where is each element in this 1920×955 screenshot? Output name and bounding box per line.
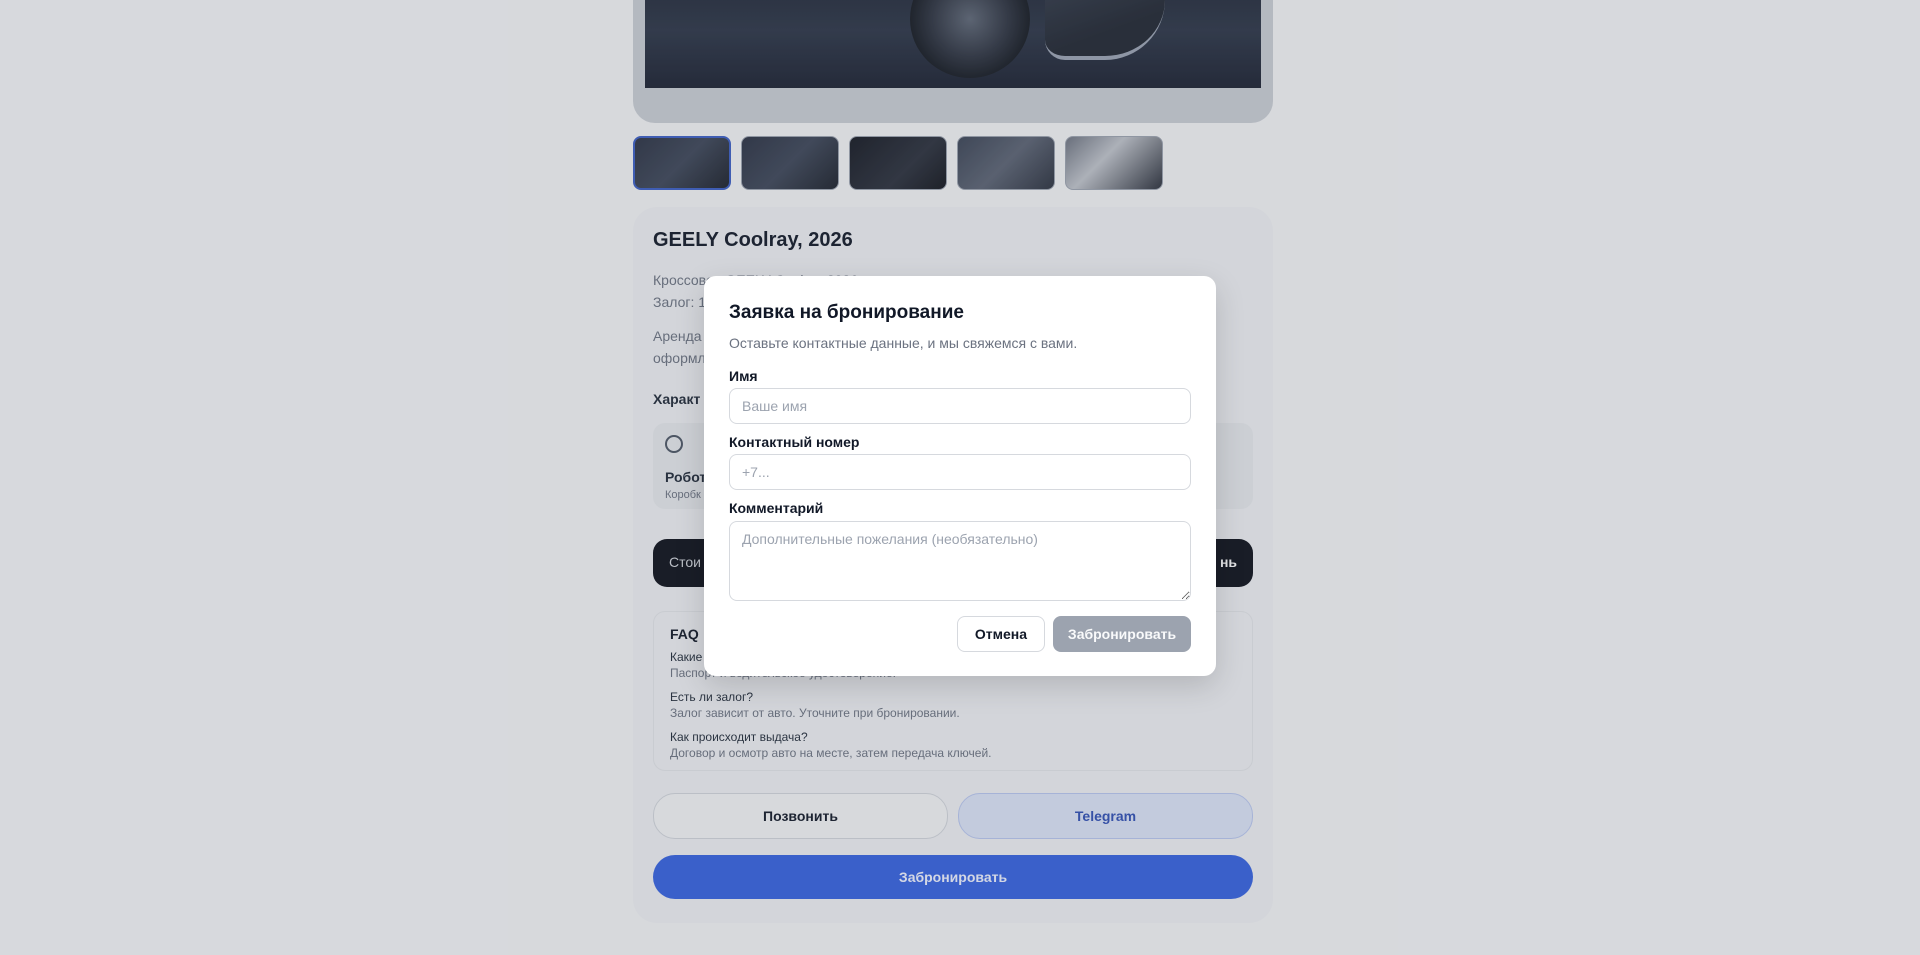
phone-label: Контактный номер (729, 434, 860, 450)
cancel-button[interactable]: Отмена (957, 616, 1045, 652)
comment-textarea[interactable] (729, 521, 1191, 601)
comment-label: Комментарий (729, 500, 824, 516)
name-input[interactable] (729, 388, 1191, 424)
modal-subtitle: Оставьте контактные данные, и мы свяжемс… (729, 335, 1078, 351)
modal-title: Заявка на бронирование (729, 302, 964, 323)
name-label: Имя (729, 368, 758, 384)
phone-input[interactable] (729, 454, 1191, 490)
booking-modal: Заявка на бронирование Оставьте контактн… (704, 276, 1216, 676)
submit-booking-button[interactable]: Забронировать (1053, 616, 1191, 652)
